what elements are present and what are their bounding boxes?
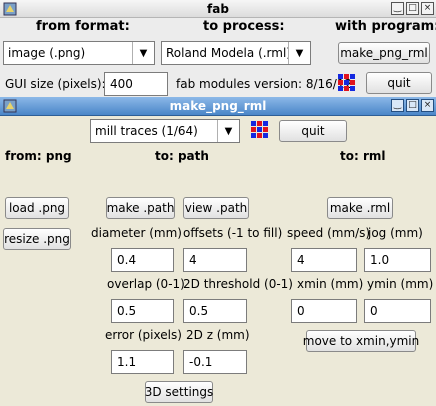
process-select[interactable]: Roland Modela (.rml) ▼ (161, 41, 311, 65)
from-format-header: from format: (36, 19, 130, 34)
fab-logo-icon (338, 74, 355, 91)
fab-logo-icon (251, 121, 268, 138)
diameter-input[interactable]: 0.4 (111, 248, 174, 272)
app-icon (3, 2, 17, 16)
offsets-label: offsets (-1 to fill) (183, 226, 283, 240)
program-button[interactable]: make_png_rml (338, 42, 430, 64)
make-path-button[interactable]: make .path (106, 197, 175, 219)
jog-label: jog (mm) (368, 226, 423, 240)
chevron-down-icon: ▼ (132, 42, 154, 64)
overlap-label: overlap (0-1) (107, 277, 185, 291)
load-png-button[interactable]: load .png (5, 197, 69, 219)
fab-title: fab (207, 1, 229, 16)
3d-settings-button[interactable]: 3D settings (145, 381, 213, 403)
ymin-input[interactable]: 0 (364, 299, 431, 323)
close-icon[interactable]: × (421, 99, 434, 112)
overlap-input[interactable]: 0.5 (111, 299, 174, 323)
speed-label: speed (mm/s) (287, 226, 371, 240)
fab-titlebar[interactable]: fab ‿ □ × (0, 0, 436, 18)
quit-button[interactable]: quit (366, 72, 432, 94)
mode-select-value: mill traces (1/64) (95, 124, 198, 138)
with-program-header: with program: (335, 19, 436, 34)
resize-png-button[interactable]: resize .png (3, 228, 71, 250)
view-path-button[interactable]: view .path (183, 197, 249, 219)
mode-select[interactable]: mill traces (1/64) ▼ (90, 119, 240, 143)
minimize-icon[interactable]: ‿ (391, 99, 404, 112)
make-rml-button[interactable]: make .rml (327, 197, 393, 219)
jog-input[interactable]: 1.0 (364, 248, 431, 272)
maximize-icon[interactable]: □ (406, 2, 419, 15)
sub-window-title: make_png_rml (169, 99, 267, 113)
sub-quit-button[interactable]: quit (279, 120, 347, 142)
to-process-header: to process: (203, 19, 285, 34)
minimize-icon[interactable]: ‿ (391, 2, 404, 15)
move-to-xmin-ymin-button[interactable]: move to xmin,ymin (303, 330, 419, 352)
threshold-input[interactable]: 0.5 (183, 299, 247, 323)
format-select-value: image (.png) (8, 46, 86, 60)
error-input[interactable]: 1.1 (111, 350, 174, 374)
to-path-header: to: path (155, 149, 209, 163)
fab-window: fab ‿ □ × from format: to process: with … (0, 0, 436, 97)
xmin-label: xmin (mm) (297, 277, 364, 291)
z-label: 2D z (mm) (186, 328, 250, 342)
maximize-icon[interactable]: □ (406, 99, 419, 112)
gui-size-label: GUI size (pixels): (5, 77, 106, 91)
threshold-label: 2D threshold (0-1) (183, 277, 293, 291)
error-label: error (pixels) (105, 328, 182, 342)
z-input[interactable]: -0.1 (183, 350, 247, 374)
ymin-label: ymin (mm) (367, 277, 434, 291)
to-rml-header: to: rml (340, 149, 386, 163)
speed-input[interactable]: 4 (291, 248, 357, 272)
from-png-header: from: png (5, 149, 72, 163)
version-text: fab modules version: 8/16/12 (176, 77, 353, 91)
close-icon[interactable]: × (421, 2, 434, 15)
format-select[interactable]: image (.png) ▼ (3, 41, 155, 65)
process-select-value: Roland Modela (.rml) (166, 46, 288, 60)
app-icon (3, 99, 17, 113)
xmin-input[interactable]: 0 (291, 299, 357, 323)
gui-size-input[interactable]: 400 (104, 72, 168, 96)
chevron-down-icon: ▼ (217, 120, 239, 142)
make-png-rml-titlebar[interactable]: make_png_rml ‿ □ × (0, 97, 436, 116)
diameter-label: diameter (mm) (91, 226, 182, 240)
offsets-input[interactable]: 4 (183, 248, 247, 272)
chevron-down-icon: ▼ (288, 42, 310, 64)
